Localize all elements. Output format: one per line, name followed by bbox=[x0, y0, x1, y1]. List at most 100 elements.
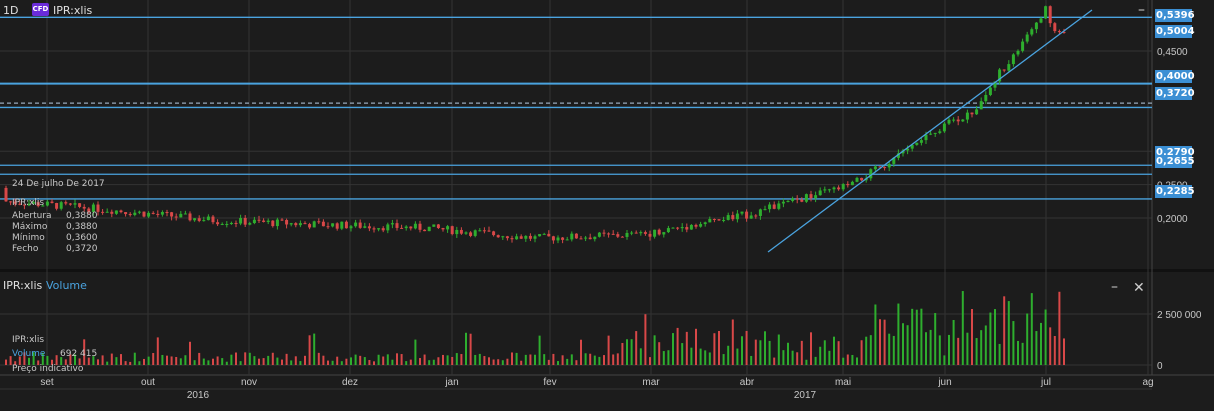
volume-bar bbox=[101, 355, 104, 365]
volume-bar bbox=[704, 350, 707, 365]
minimize-icon[interactable]: – bbox=[1138, 2, 1145, 18]
month-label: nov bbox=[241, 377, 257, 388]
price-volume-chart[interactable]: 0,45000,30000,25000,20002 500 0000setout… bbox=[0, 0, 1214, 407]
volume-bar bbox=[869, 335, 872, 365]
volume-bar bbox=[768, 340, 771, 365]
volume-bar bbox=[915, 309, 918, 365]
candle-body bbox=[1002, 69, 1006, 71]
candle-body bbox=[197, 218, 201, 221]
volume-bar bbox=[851, 354, 854, 365]
candle-body bbox=[887, 163, 891, 168]
candle-body bbox=[846, 184, 850, 186]
volume-bar bbox=[552, 353, 555, 365]
candle-body bbox=[1039, 18, 1043, 23]
candle-body bbox=[777, 203, 781, 209]
volume-bar bbox=[451, 356, 454, 365]
volume-bar bbox=[110, 353, 113, 365]
candle-body bbox=[1044, 6, 1048, 19]
candle-body bbox=[478, 230, 482, 232]
candle-body bbox=[768, 204, 772, 210]
candle-body bbox=[473, 230, 477, 236]
volume-bar bbox=[327, 360, 329, 365]
candle-body bbox=[450, 226, 454, 235]
info-low-label: Mínimo bbox=[12, 233, 45, 243]
volume-bar bbox=[1030, 293, 1033, 365]
volume-bar bbox=[745, 330, 748, 365]
candle-body bbox=[630, 232, 634, 234]
volume-bar bbox=[998, 343, 1001, 365]
candle-body bbox=[505, 236, 509, 239]
volume-bar bbox=[501, 360, 504, 365]
candle-body bbox=[289, 223, 293, 225]
volume-bar bbox=[897, 303, 900, 365]
candle-body bbox=[597, 232, 601, 237]
candle-body bbox=[814, 195, 818, 199]
candle-body bbox=[855, 177, 859, 182]
volume-bar bbox=[179, 358, 182, 365]
candle-body bbox=[188, 213, 192, 221]
volume-bar bbox=[538, 335, 541, 365]
volume-bar bbox=[340, 361, 343, 365]
candle-body bbox=[717, 219, 721, 221]
volume-bar bbox=[695, 328, 697, 365]
volume-bar bbox=[994, 309, 996, 365]
volume-close-icon[interactable]: ✕ bbox=[1133, 280, 1145, 296]
volume-bar bbox=[428, 360, 431, 365]
candle-body bbox=[409, 226, 413, 229]
candle-body bbox=[860, 177, 864, 181]
volume-bar bbox=[474, 354, 477, 365]
candle-body bbox=[386, 224, 390, 231]
volume-bar bbox=[639, 348, 642, 365]
volume-bar bbox=[1063, 338, 1065, 365]
volume-bar bbox=[888, 333, 891, 365]
volume-bar bbox=[511, 352, 513, 365]
volume-bar bbox=[446, 355, 449, 365]
price-tag-2: 0,4000 bbox=[1155, 70, 1195, 83]
candle-body bbox=[740, 211, 744, 214]
candle-body bbox=[459, 229, 463, 234]
candle-body bbox=[883, 167, 887, 169]
month-label: abr bbox=[740, 377, 755, 388]
candle-body bbox=[547, 233, 551, 237]
info-open-label: Abertura bbox=[12, 211, 52, 221]
volume-bar bbox=[492, 359, 495, 365]
candle-body bbox=[469, 232, 473, 236]
price-tag-0: 0,5396 bbox=[1155, 9, 1195, 22]
volume-bar bbox=[685, 331, 688, 365]
timeframe-label[interactable]: 1D bbox=[3, 4, 18, 17]
candle-body bbox=[919, 140, 923, 143]
candle-body bbox=[625, 232, 629, 237]
volume-bar bbox=[800, 340, 803, 365]
volume-bar bbox=[419, 358, 421, 365]
volume-bar bbox=[575, 360, 578, 365]
candle-body bbox=[275, 219, 279, 227]
volume-bar bbox=[506, 358, 509, 365]
volume-info-note: Preço indicativo bbox=[12, 364, 84, 374]
candle-body bbox=[515, 236, 519, 240]
candle-body bbox=[349, 226, 353, 229]
candle-body bbox=[538, 234, 542, 237]
candle-body bbox=[726, 215, 730, 220]
volume-bar bbox=[557, 361, 559, 365]
candle-body bbox=[524, 235, 528, 239]
volume-bar bbox=[497, 359, 500, 365]
candle-body bbox=[731, 215, 735, 220]
candle-body bbox=[956, 119, 960, 122]
volume-bar bbox=[400, 354, 403, 365]
candle-body bbox=[754, 215, 758, 217]
volume-bar bbox=[483, 356, 486, 365]
volume-bar bbox=[736, 348, 739, 365]
volume-bar bbox=[396, 353, 398, 365]
volume-minimize-icon[interactable]: – bbox=[1111, 279, 1118, 295]
volume-bar bbox=[731, 319, 734, 365]
candle-body bbox=[390, 223, 394, 225]
volume-bar bbox=[317, 352, 320, 365]
volume-panel-symbol[interactable]: IPR:xlis bbox=[3, 279, 42, 292]
symbol-title[interactable]: IPR:xlis bbox=[53, 4, 92, 17]
volume-bar bbox=[782, 350, 785, 365]
volume-bar bbox=[759, 340, 762, 365]
volume-panel-title[interactable]: Volume bbox=[46, 279, 87, 292]
volume-bar bbox=[166, 355, 168, 365]
candle-body bbox=[947, 119, 951, 124]
volume-bar bbox=[874, 304, 877, 365]
